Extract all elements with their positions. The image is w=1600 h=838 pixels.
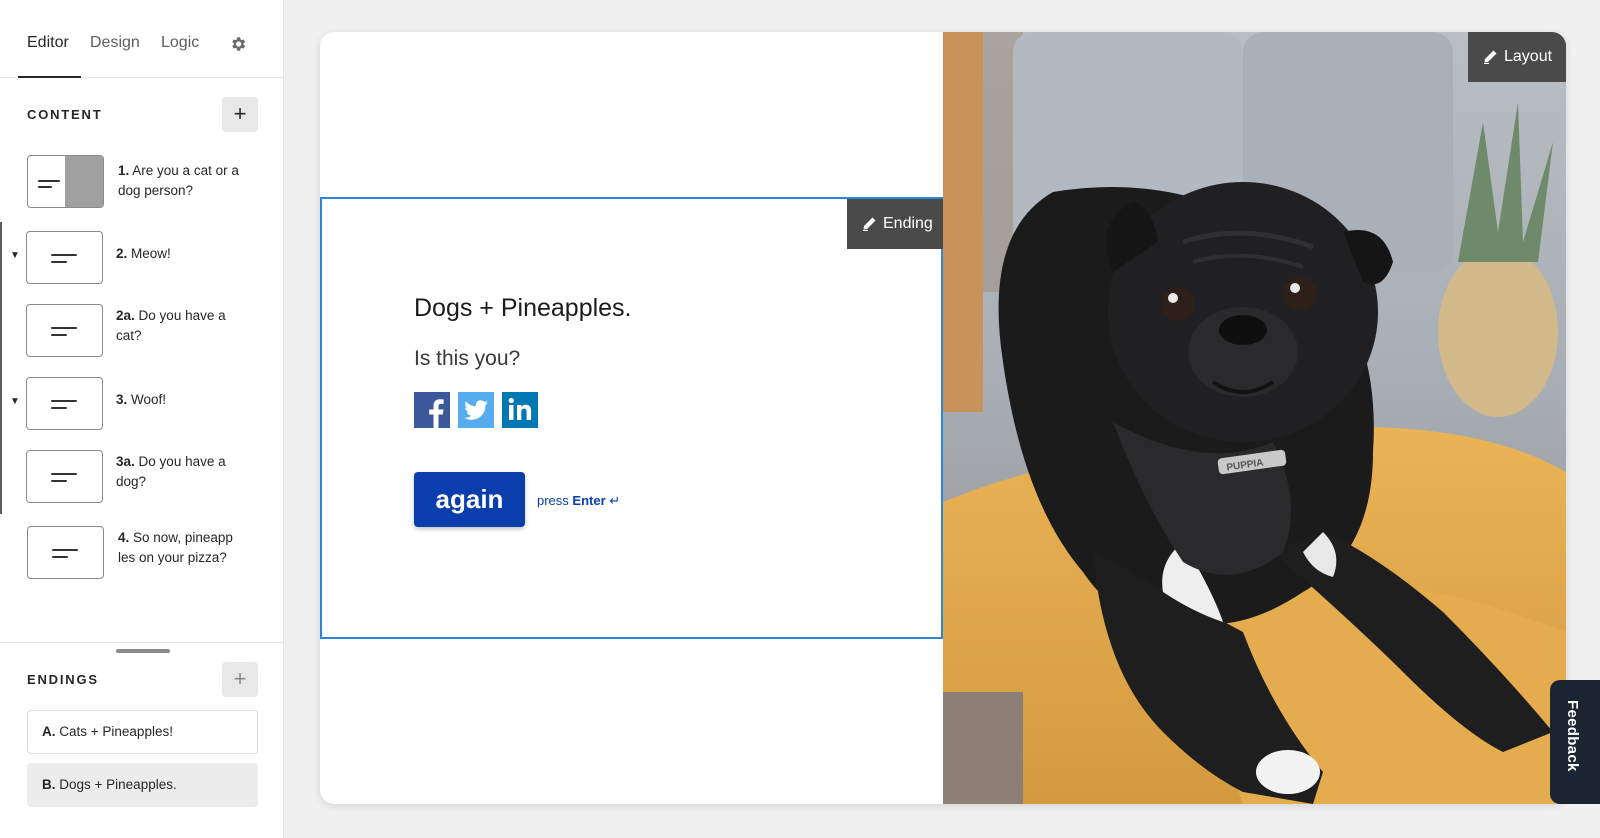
collapse-caret-icon[interactable]: ▼ [10, 250, 20, 261]
split-layout-thumbnail [27, 155, 104, 208]
content-item-label: 4. So now, pineapp les on your pizza? [118, 530, 233, 565]
press-enter-hint: press Enter ↵ [537, 493, 621, 508]
feedback-label: Feedback [1564, 700, 1581, 772]
active-tab-underline [18, 76, 81, 78]
content-item-1[interactable]: 1. Are you a cat or a dog person? [0, 152, 283, 212]
pug-on-cushion-photo: PUPPIA [943, 32, 1566, 804]
endings-section-title: ENDINGS [27, 672, 99, 687]
statement-thumbnail [27, 526, 104, 579]
ending-tag-label: Ending [883, 215, 933, 232]
add-content-button[interactable]: + [222, 97, 258, 132]
ending-item-b[interactable]: B. Dogs + Pineapples. [27, 763, 258, 807]
pencil-icon [863, 217, 876, 231]
feedback-tab[interactable]: Feedback [1550, 680, 1600, 804]
ending-screen-frame[interactable]: Ending Dogs + Pineapples. Is this you? a… [320, 197, 945, 639]
ending-title: Dogs + Pineapples. [414, 294, 632, 322]
content-item-label: 1. Are you a cat or a dog person? [118, 163, 239, 198]
gear-icon[interactable] [229, 35, 247, 53]
content-item-label: 2. Meow! [116, 246, 171, 261]
collapse-caret-icon[interactable]: ▼ [10, 396, 20, 407]
again-button[interactable]: again [414, 472, 525, 527]
sidebar-tabs: Editor Design Logic [0, 0, 283, 78]
content-item-4[interactable]: 4. So now, pineapp les on your pizza? [0, 523, 283, 583]
content-item-label: 2a. Do you have a cat? [116, 308, 226, 343]
statement-thumbnail [26, 231, 103, 284]
ending-subtitle: Is this you? [414, 347, 521, 370]
statement-thumbnail [26, 377, 103, 430]
tab-design[interactable]: Design [90, 34, 140, 52]
tab-logic[interactable]: Logic [161, 34, 199, 52]
content-item-label: 3a. Do you have a dog? [116, 454, 226, 489]
ending-tag-button[interactable]: Ending [847, 199, 945, 249]
content-item-3a[interactable]: 3a. Do you have a dog? [0, 447, 283, 507]
pencil-icon [1484, 50, 1497, 64]
content-item-2[interactable]: ▼ 2. Meow! [0, 228, 283, 288]
preview-canvas: Ending Dogs + Pineapples. Is this you? a… [320, 32, 1566, 804]
ending-image: PUPPIA Layout [943, 32, 1566, 804]
linkedin-icon[interactable] [502, 392, 538, 428]
content-item-3[interactable]: ▼ 3. Woof! [0, 374, 283, 434]
layout-tag-label: Layout [1504, 48, 1553, 65]
ending-item-a[interactable]: A. Cats + Pineapples! [27, 710, 258, 754]
facebook-icon[interactable] [414, 392, 450, 428]
content-section-title: CONTENT [27, 107, 103, 122]
resize-handle[interactable] [116, 649, 170, 653]
statement-thumbnail [26, 304, 103, 357]
statement-thumbnail [26, 450, 103, 503]
layout-tag-button[interactable]: Layout [1468, 32, 1566, 82]
content-item-2a[interactable]: 2a. Do you have a cat? [0, 301, 283, 361]
content-item-label: 3. Woof! [116, 392, 167, 407]
editor-sidebar: Editor Design Logic CONTENT + 1. Are you… [0, 0, 284, 838]
add-ending-button[interactable]: + [222, 662, 258, 697]
tab-editor[interactable]: Editor [27, 34, 69, 52]
twitter-icon[interactable] [458, 392, 494, 428]
panel-divider [0, 642, 283, 643]
